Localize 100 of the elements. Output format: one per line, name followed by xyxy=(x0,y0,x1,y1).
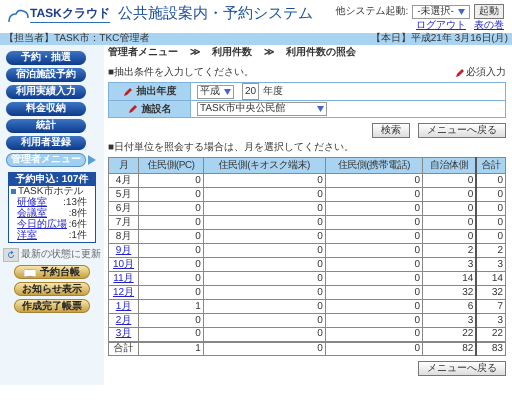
room-count: :13件 xyxy=(63,197,87,208)
menu-button[interactable]: 統計 xyxy=(6,119,86,133)
facility-select[interactable]: TASK市中央公民館 xyxy=(197,102,327,116)
room-link[interactable]: 会議室 xyxy=(17,208,47,219)
table-cell: 0 xyxy=(203,244,326,258)
month-label: 7月 xyxy=(116,216,132,228)
sidebar-button[interactable]: 作成完了帳票 xyxy=(14,299,90,313)
table-cell: 0 xyxy=(138,272,204,286)
current-date: 【本日】平成21年 3月16日(月) xyxy=(370,33,508,45)
cloud-icon xyxy=(8,9,30,23)
table-cell: 0 xyxy=(138,258,204,272)
table-cell: 2 xyxy=(422,244,476,258)
menu-button[interactable]: 宿泊施設予約 xyxy=(6,68,86,82)
table-cell: 0 xyxy=(325,272,423,286)
era-select[interactable]: 平成 xyxy=(197,84,234,98)
room-link[interactable]: 洋室 xyxy=(17,230,37,241)
dropdown-caret-icon xyxy=(224,88,231,94)
table-cell: 0 xyxy=(325,244,423,258)
pencil-icon xyxy=(455,68,465,78)
sidebar-button[interactable]: お知らせ表示 xyxy=(14,282,90,296)
total-label: 合計 xyxy=(108,342,138,356)
table-cell: 0 xyxy=(325,314,423,328)
header-link[interactable]: 表の巻 xyxy=(474,20,504,32)
form-button[interactable]: 検索 xyxy=(372,123,410,138)
column-header: 住民側(PC) xyxy=(138,158,204,174)
table-cell: 0 xyxy=(325,202,423,216)
form-button[interactable]: メニューへ戻る xyxy=(418,123,506,138)
menu-button[interactable]: 利用者登録 xyxy=(6,136,86,150)
month-label: 4月 xyxy=(116,174,132,186)
table-cell: 0 xyxy=(138,230,204,244)
menu-button[interactable]: 利用実績入力 xyxy=(6,85,86,99)
table-cell: 1 xyxy=(138,300,204,314)
total-cell: 82 xyxy=(422,342,476,356)
app-title: 公共施設案内・予約システム xyxy=(118,5,313,23)
month-label: 5月 xyxy=(116,188,132,200)
table-cell: 0 xyxy=(325,174,423,188)
year-suffix: 年度 xyxy=(263,84,284,99)
table-cell: 3 xyxy=(476,258,506,272)
table-cell: 3 xyxy=(422,258,476,272)
table-cell: 6 xyxy=(422,300,476,314)
launch-button[interactable]: 起動 xyxy=(474,4,504,19)
refresh-button[interactable] xyxy=(3,248,19,262)
table-cell: 3 xyxy=(476,314,506,328)
field-label: 抽出年度 xyxy=(136,84,176,99)
table-cell: 0 xyxy=(138,314,204,328)
room-count: :6件 xyxy=(68,219,87,230)
sidebar-button[interactable]: 予約台帳 xyxy=(14,265,90,279)
table-cell: 2 xyxy=(476,244,506,258)
book-icon xyxy=(24,268,36,276)
table-cell: 0 xyxy=(422,202,476,216)
menu-button[interactable]: 料金収納 xyxy=(6,102,86,116)
table-cell: 0 xyxy=(203,188,326,202)
table-cell: 0 xyxy=(422,230,476,244)
table-cell: 32 xyxy=(422,286,476,300)
total-cell: 83 xyxy=(476,342,506,356)
breadcrumb-separator: ≫ xyxy=(264,46,274,60)
table-cell: 0 xyxy=(476,174,506,188)
table-cell: 0 xyxy=(203,300,326,314)
table-cell: 0 xyxy=(138,244,204,258)
table-cell: 0 xyxy=(138,188,204,202)
table-cell: 0 xyxy=(422,188,476,202)
table-cell: 0 xyxy=(325,216,423,230)
table-cell: 0 xyxy=(203,230,326,244)
total-cell: 0 xyxy=(203,342,326,356)
column-header: 住民側(携帯電話) xyxy=(325,158,423,174)
table-cell: 3 xyxy=(422,314,476,328)
table-cell: 0 xyxy=(203,314,326,328)
total-cell: 0 xyxy=(325,342,423,356)
room-count: :1件 xyxy=(68,230,87,241)
table-cell: 0 xyxy=(325,286,423,300)
table-cell: 0 xyxy=(422,216,476,230)
table-cell: 0 xyxy=(476,188,506,202)
room-link[interactable]: 今日的広場 xyxy=(17,219,67,230)
table-cell: 0 xyxy=(203,216,326,230)
form-instruction: ■抽出条件を入力してください。 xyxy=(108,66,254,80)
month-label: 6月 xyxy=(116,202,132,214)
breadcrumb-separator: ≫ xyxy=(190,46,200,60)
table-cell: 0 xyxy=(325,258,423,272)
header-link[interactable]: ログアウト xyxy=(416,20,466,32)
table-cell: 0 xyxy=(138,286,204,300)
year-field[interactable]: 20 xyxy=(242,83,260,100)
launcher-label: 他システム起動: xyxy=(336,4,408,19)
table-cell: 0 xyxy=(203,272,326,286)
table-instruction: ■日付単位を照会する場合は、月を選択してください。 xyxy=(108,141,356,155)
room-link[interactable]: 研修室 xyxy=(17,197,47,208)
breadcrumb-item: 利用件数の照会 xyxy=(286,46,356,60)
table-cell: 0 xyxy=(138,216,204,230)
required-legend: 必須入力 xyxy=(466,65,506,80)
launcher-select[interactable]: -未選択- xyxy=(412,4,470,18)
requests-title: 予約申込: 107件 xyxy=(9,173,95,186)
menu-button[interactable]: 予約・抽選 xyxy=(6,51,86,65)
room-count: :8件 xyxy=(68,208,87,219)
table-cell: 0 xyxy=(203,258,326,272)
table-cell: 0 xyxy=(203,286,326,300)
table-cell: 0 xyxy=(325,188,423,202)
refresh-label: 最新の状態に更新 xyxy=(21,248,101,262)
refresh-icon xyxy=(6,250,16,260)
column-header: 住民側(キオスク端末) xyxy=(203,158,326,174)
dropdown-caret-icon xyxy=(317,106,324,112)
back-button[interactable]: メニューへ戻る xyxy=(418,361,506,376)
